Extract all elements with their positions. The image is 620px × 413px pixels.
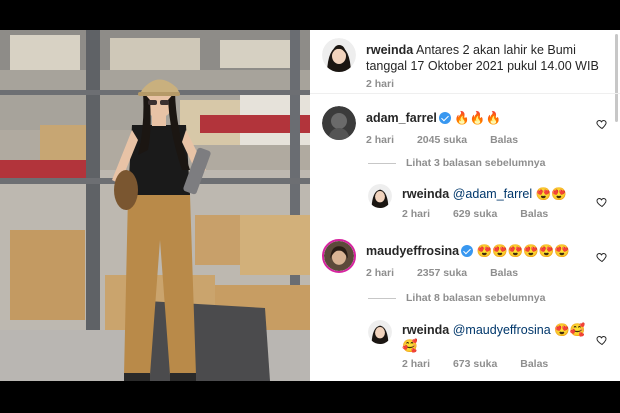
heart-outline-icon[interactable] [596, 251, 608, 263]
comment-likes[interactable]: 629 suka [453, 208, 497, 220]
verified-badge-icon [438, 112, 451, 124]
comment-meta: 2 hari 673 suka Balas [402, 358, 568, 370]
comment-text: adam_farrel 🔥🔥🔥 [366, 110, 501, 126]
comment-body: 😍😍😍😍😍😍 [476, 244, 570, 258]
caption-username[interactable]: rweinda [366, 43, 413, 57]
mention-link[interactable]: @adam_farrel [453, 187, 532, 201]
comments-panel: rweinda Antares 2 akan lahir ke Bumi tan… [310, 30, 620, 381]
heart-outline-icon[interactable] [596, 118, 608, 130]
comment-username[interactable]: adam_farrel [366, 111, 437, 125]
comment-meta: 2 hari 2357 suka Balas [366, 267, 538, 279]
comment-text: maudyeffrosina 😍😍😍😍😍😍 [366, 243, 570, 259]
comment-time: 2 hari [366, 134, 395, 146]
reply-rweinda-maudy: rweinda @maudyeffrosina 😍🥰 🥰 2 hari 673 … [368, 320, 612, 376]
comment-maudyeffrosina: maudyeffrosina 😍😍😍😍😍😍 2 hari 2357 suka B… [322, 239, 612, 279]
comment-meta: 2 hari 629 suka Balas [402, 208, 568, 220]
instagram-post-view: rweinda Antares 2 akan lahir ke Bumi tan… [0, 30, 620, 381]
view-previous-replies[interactable]: Lihat 8 balasan sebelumnya [368, 292, 545, 304]
heart-outline-icon[interactable] [596, 334, 608, 346]
comment-username[interactable]: rweinda [402, 323, 449, 337]
comment-body: 😍🥰 [554, 323, 586, 337]
comment-username[interactable]: rweinda [402, 187, 449, 201]
avatar[interactable] [322, 106, 356, 140]
heart-outline-icon[interactable] [596, 196, 608, 208]
view-previous-replies[interactable]: Lihat 3 balasan sebelumnya [368, 157, 545, 169]
reply-button[interactable]: Balas [520, 358, 548, 370]
divider [368, 162, 396, 164]
post-image [0, 30, 310, 381]
view-replies-label[interactable]: Lihat 8 balasan sebelumnya [406, 292, 545, 304]
comment-body: 🔥🔥🔥 [454, 111, 502, 125]
comment-meta: 2 hari 2045 suka Balas [366, 134, 538, 146]
comment-text: rweinda @adam_farrel 😍😍 [402, 186, 567, 202]
comment-text: rweinda @maudyeffrosina 😍🥰 [402, 322, 585, 338]
comment-likes[interactable]: 2045 suka [417, 134, 467, 146]
comment-time: 2 hari [402, 208, 431, 220]
comment-likes[interactable]: 673 suka [453, 358, 497, 370]
avatar[interactable] [322, 239, 356, 273]
comment-adam-farrel: adam_farrel 🔥🔥🔥 2 hari 2045 suka Balas [322, 106, 612, 146]
divider [310, 93, 620, 94]
reply-button[interactable]: Balas [490, 267, 518, 279]
comment-likes[interactable]: 2357 suka [417, 267, 467, 279]
comment-body: 😍😍 [535, 187, 567, 201]
avatar[interactable] [322, 38, 356, 72]
divider [368, 297, 396, 299]
reply-button[interactable]: Balas [490, 134, 518, 146]
verified-badge-icon [461, 245, 474, 257]
reply-button[interactable]: Balas [520, 208, 548, 220]
comment-time: 2 hari [402, 358, 431, 370]
post-photo [0, 30, 310, 381]
avatar[interactable] [368, 320, 392, 344]
view-replies-label[interactable]: Lihat 3 balasan sebelumnya [406, 157, 545, 169]
caption-time: 2 hari [366, 78, 395, 90]
mention-link[interactable]: @maudyeffrosina [453, 323, 551, 337]
caption-text: rweinda Antares 2 akan lahir ke Bumi tan… [366, 42, 610, 74]
reply-rweinda-adam: rweinda @adam_farrel 😍😍 2 hari 629 suka … [368, 184, 612, 224]
scrollbar[interactable] [615, 34, 618, 122]
comment-body-line2: 🥰 [402, 339, 418, 353]
avatar[interactable] [368, 184, 392, 208]
comment-username[interactable]: maudyeffrosina [366, 244, 459, 258]
comment-time: 2 hari [366, 267, 395, 279]
